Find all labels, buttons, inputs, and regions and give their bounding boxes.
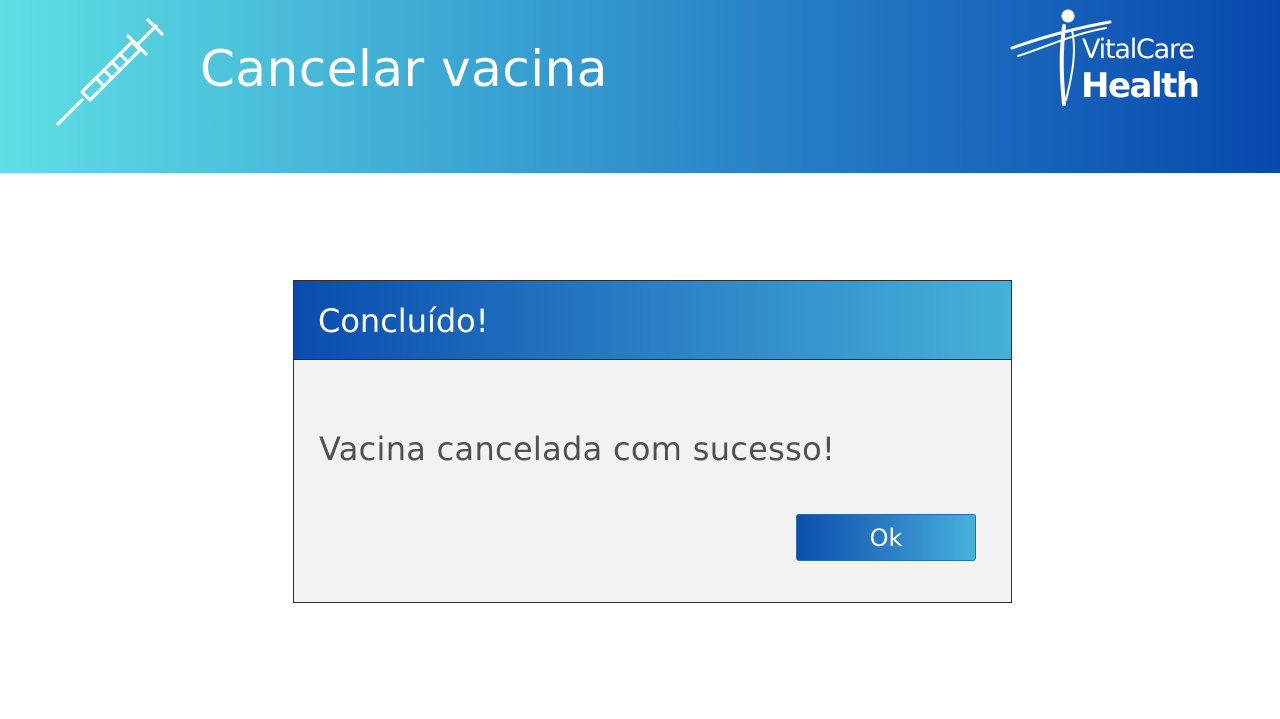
vitalcare-logo: VitalCare Health: [1010, 4, 1230, 114]
ok-button[interactable]: Ok: [796, 514, 976, 561]
dialog-title: Concluído!: [318, 302, 489, 340]
logo-text-health: Health: [1081, 66, 1200, 106]
success-dialog: Concluído! Vacina cancelada com sucesso!…: [293, 280, 1012, 603]
dialog-header: Concluído!: [294, 281, 1011, 360]
page-title: Cancelar vacina: [200, 40, 608, 98]
dialog-message: Vacina cancelada com sucesso!: [319, 430, 836, 468]
syringe-icon: [56, 18, 164, 126]
logo-text-vitalcare: VitalCare: [1082, 34, 1195, 65]
header-banner: Cancelar vacina VitalCare Health: [0, 0, 1280, 173]
